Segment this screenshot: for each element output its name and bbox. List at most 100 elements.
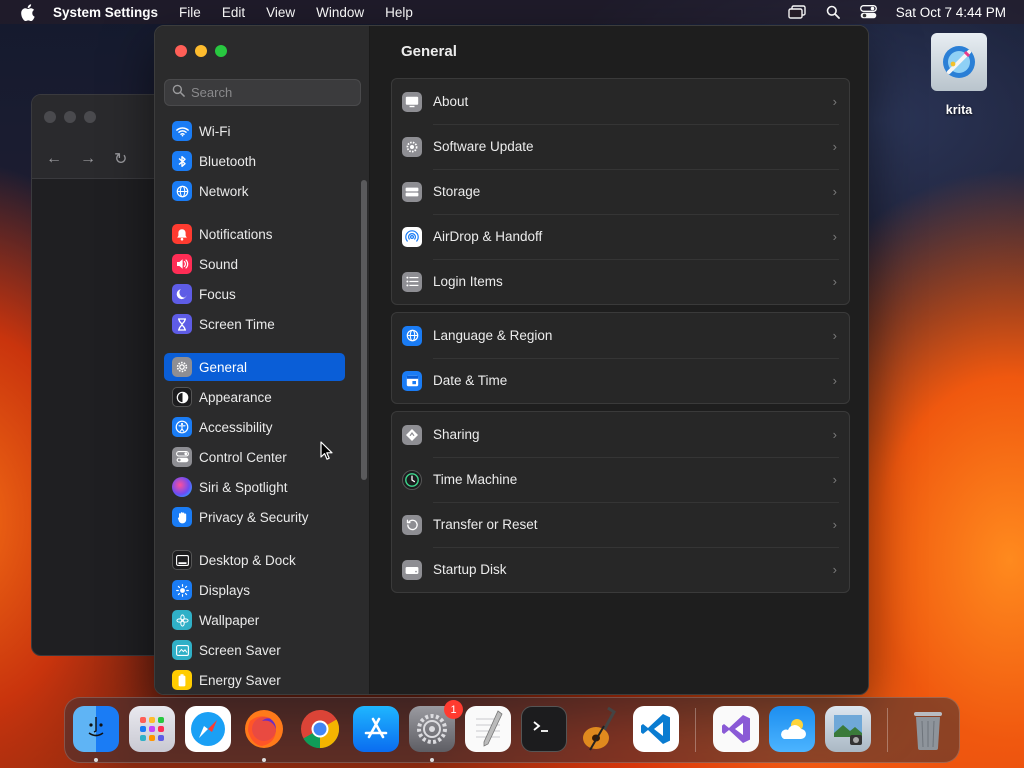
apple-menu-icon[interactable] [18,3,36,21]
row-transfer-reset[interactable]: Transfer or Reset › [392,502,849,547]
trash-icon[interactable] [905,706,951,752]
firefox-icon[interactable] [241,706,287,752]
sidebar-item-focus[interactable]: Focus [164,280,345,308]
preview-icon[interactable] [825,706,871,752]
sidebar-item-label: Screen Time [199,316,275,332]
sidebar-item-label: Focus [199,286,236,302]
weather-icon[interactable] [769,706,815,752]
sidebar-item-wallpaper[interactable]: Wallpaper [164,606,345,634]
garageband-icon[interactable] [577,706,623,752]
bg-zoom-button[interactable] [84,111,96,123]
speaker-icon [172,254,192,274]
sidebar-item-privacy-security[interactable]: Privacy & Security [164,503,345,531]
sidebar-item-general[interactable]: General [164,353,345,381]
forward-arrow-icon[interactable]: → [80,150,96,168]
row-about[interactable]: About › [392,79,849,124]
sidebar-item-desktop-dock[interactable]: Desktop & Dock [164,546,345,574]
screensaver-icon [172,640,192,660]
sidebar-item-label: Network [199,183,249,199]
visual-studio-icon[interactable] [713,706,759,752]
vscode-icon[interactable] [633,706,679,752]
row-startup-disk[interactable]: Startup Disk › [392,547,849,592]
sidebar-item-notifications[interactable]: Notifications [164,220,345,248]
finder-icon[interactable] [73,706,119,752]
row-label: Login Items [433,274,503,289]
menu-window[interactable]: Window [316,5,364,20]
safari-icon[interactable] [185,706,231,752]
launchpad-icon[interactable] [129,706,175,752]
row-airdrop-handoff[interactable]: AirDrop & Handoff › [392,214,849,259]
close-button[interactable] [175,45,187,57]
sidebar-item-wifi[interactable]: Wi-Fi [164,117,345,145]
sidebar-item-screen-saver[interactable]: Screen Saver [164,636,345,664]
sidebar-item-displays[interactable]: Displays [164,576,345,604]
chevron-right-icon: › [832,517,837,532]
sidebar-item-control-center[interactable]: Control Center [164,443,345,471]
spotlight-search-icon[interactable] [824,3,842,21]
menu-edit[interactable]: Edit [222,5,245,20]
sidebar-item-bluetooth[interactable]: Bluetooth [164,147,345,175]
back-arrow-icon[interactable]: ← [46,150,62,168]
menu-clock[interactable]: Sat Oct 7 4:44 PM [896,5,1006,20]
row-label: Time Machine [433,472,518,487]
chrome-icon[interactable] [297,706,343,752]
sidebar: Wi-Fi Bluetooth Network Notifications [155,26,370,694]
search-field[interactable] [164,79,361,106]
row-label: Storage [433,184,481,199]
bg-close-button[interactable] [44,111,56,123]
time-machine-icon [402,469,422,490]
sidebar-item-sound[interactable]: Sound [164,250,345,278]
settings-group: Language & Region › Date & Time › [391,312,850,404]
row-sharing[interactable]: Sharing › [392,412,849,457]
list-icon [402,271,422,292]
menu-help[interactable]: Help [385,5,413,20]
sidebar-scrollbar[interactable] [361,180,367,480]
hand-icon [172,507,192,527]
system-settings-icon[interactable]: 1 [409,700,463,752]
row-label: Transfer or Reset [433,517,538,532]
sidebar-item-appearance[interactable]: Appearance [164,383,345,411]
notification-badge: 1 [444,700,463,719]
row-date-time[interactable]: Date & Time › [392,358,849,403]
screen-mirroring-icon[interactable] [787,3,806,21]
row-software-update[interactable]: Software Update › [392,124,849,169]
minimize-button[interactable] [195,45,207,57]
chevron-right-icon: › [832,229,837,244]
sidebar-item-label: Notifications [199,226,273,242]
reload-icon[interactable]: ↻ [114,149,127,169]
app-store-icon[interactable] [353,706,399,752]
row-storage[interactable]: Storage › [392,169,849,214]
terminal-icon[interactable] [521,706,567,752]
sidebar-item-network[interactable]: Network [164,177,345,205]
sidebar-item-siri-spotlight[interactable]: Siri & Spotlight [164,473,345,501]
globe-icon [402,325,422,346]
control-center-icon[interactable] [860,3,878,21]
bg-minimize-button[interactable] [64,111,76,123]
textedit-icon[interactable] [465,706,511,752]
sidebar-item-accessibility[interactable]: Accessibility [164,413,345,441]
sidebar-item-energy-saver[interactable]: Energy Saver [164,666,345,694]
main-pane: General About › Software Update › Storag… [371,26,868,694]
dock-icon [172,550,192,570]
menu-file[interactable]: File [179,5,201,20]
row-time-machine[interactable]: Time Machine › [392,457,849,502]
sidebar-item-label: Screen Saver [199,642,281,658]
menu-view[interactable]: View [266,5,295,20]
row-login-items[interactable]: Login Items › [392,259,849,304]
search-input[interactable] [191,85,351,100]
sidebar-item-screen-time[interactable]: Screen Time [164,310,345,338]
menu-app-name[interactable]: System Settings [53,5,158,20]
wifi-icon [172,121,192,141]
sidebar-item-label: Energy Saver [199,672,281,688]
chevron-right-icon: › [832,139,837,154]
menu-bar: System Settings File Edit View Window He… [0,0,1024,24]
chevron-right-icon: › [832,274,837,289]
reset-icon [402,514,422,535]
background-browser-window[interactable]: ← → ↻ [31,94,171,656]
desktop-icon-krita[interactable]: krita [928,33,990,117]
chevron-right-icon: › [832,328,837,343]
row-language-region[interactable]: Language & Region › [392,313,849,358]
zoom-button[interactable] [215,45,227,57]
chevron-right-icon: › [832,373,837,388]
sidebar-item-label: Privacy & Security [199,509,309,525]
